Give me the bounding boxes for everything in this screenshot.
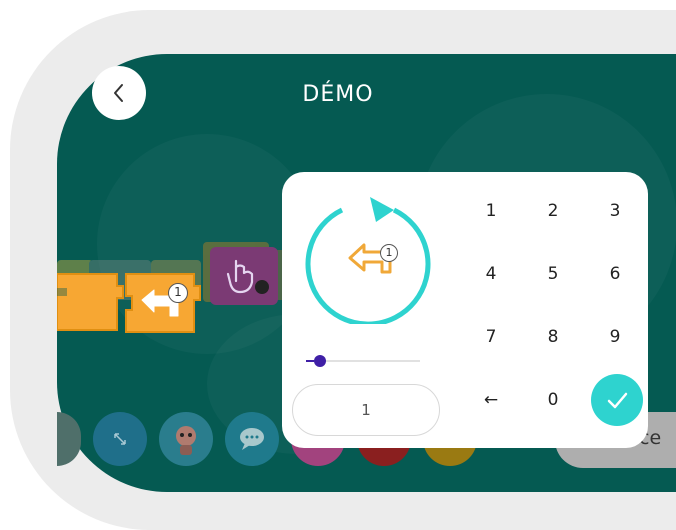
keypad-key-5[interactable]: 5 <box>533 259 573 289</box>
repeat-slider-track[interactable] <box>314 360 420 362</box>
keypad-key-8[interactable]: 8 <box>533 322 573 352</box>
speech-bubble-icon <box>240 428 264 450</box>
chevron-left-icon <box>114 84 123 102</box>
fullscreen-button[interactable] <box>93 412 147 466</box>
speech-button[interactable] <box>225 412 279 466</box>
confirm-button[interactable] <box>591 374 643 426</box>
toolbar-button[interactable] <box>57 412 81 466</box>
repeat-count-badge: 1 <box>168 283 188 303</box>
repeat-slider-thumb[interactable] <box>314 355 326 367</box>
keypad-key-4[interactable]: 4 <box>471 259 511 289</box>
touch-block[interactable] <box>210 247 278 305</box>
repeat-count-field[interactable]: 1 <box>292 384 440 436</box>
keypad-backspace-key[interactable]: ← <box>471 385 511 415</box>
program-block-partial[interactable] <box>56 270 127 334</box>
repeat-circle-icon <box>305 197 431 327</box>
program-block-shape <box>56 273 124 331</box>
keypad-key-3[interactable]: 3 <box>595 196 635 226</box>
turn-left-block-shape <box>125 273 201 333</box>
hand-touch-icon <box>226 259 269 294</box>
expand-icon <box>114 433 126 445</box>
character-button[interactable] <box>159 412 213 466</box>
back-button[interactable] <box>92 66 146 120</box>
robot-icon <box>176 426 196 455</box>
selected-turn-block[interactable]: 1 <box>124 270 204 336</box>
keypad-key-6[interactable]: 6 <box>595 259 635 289</box>
repeat-preview: 1 <box>302 192 438 327</box>
keypad-key-9[interactable]: 9 <box>595 322 635 352</box>
repeat-icon-badge: 1 <box>380 244 398 262</box>
keypad-key-2[interactable]: 2 <box>533 196 573 226</box>
keypad-key-1[interactable]: 1 <box>471 196 511 226</box>
keypad-key-7[interactable]: 7 <box>471 322 511 352</box>
keypad-key-0[interactable]: 0 <box>533 385 573 415</box>
checkmark-icon <box>607 392 628 409</box>
